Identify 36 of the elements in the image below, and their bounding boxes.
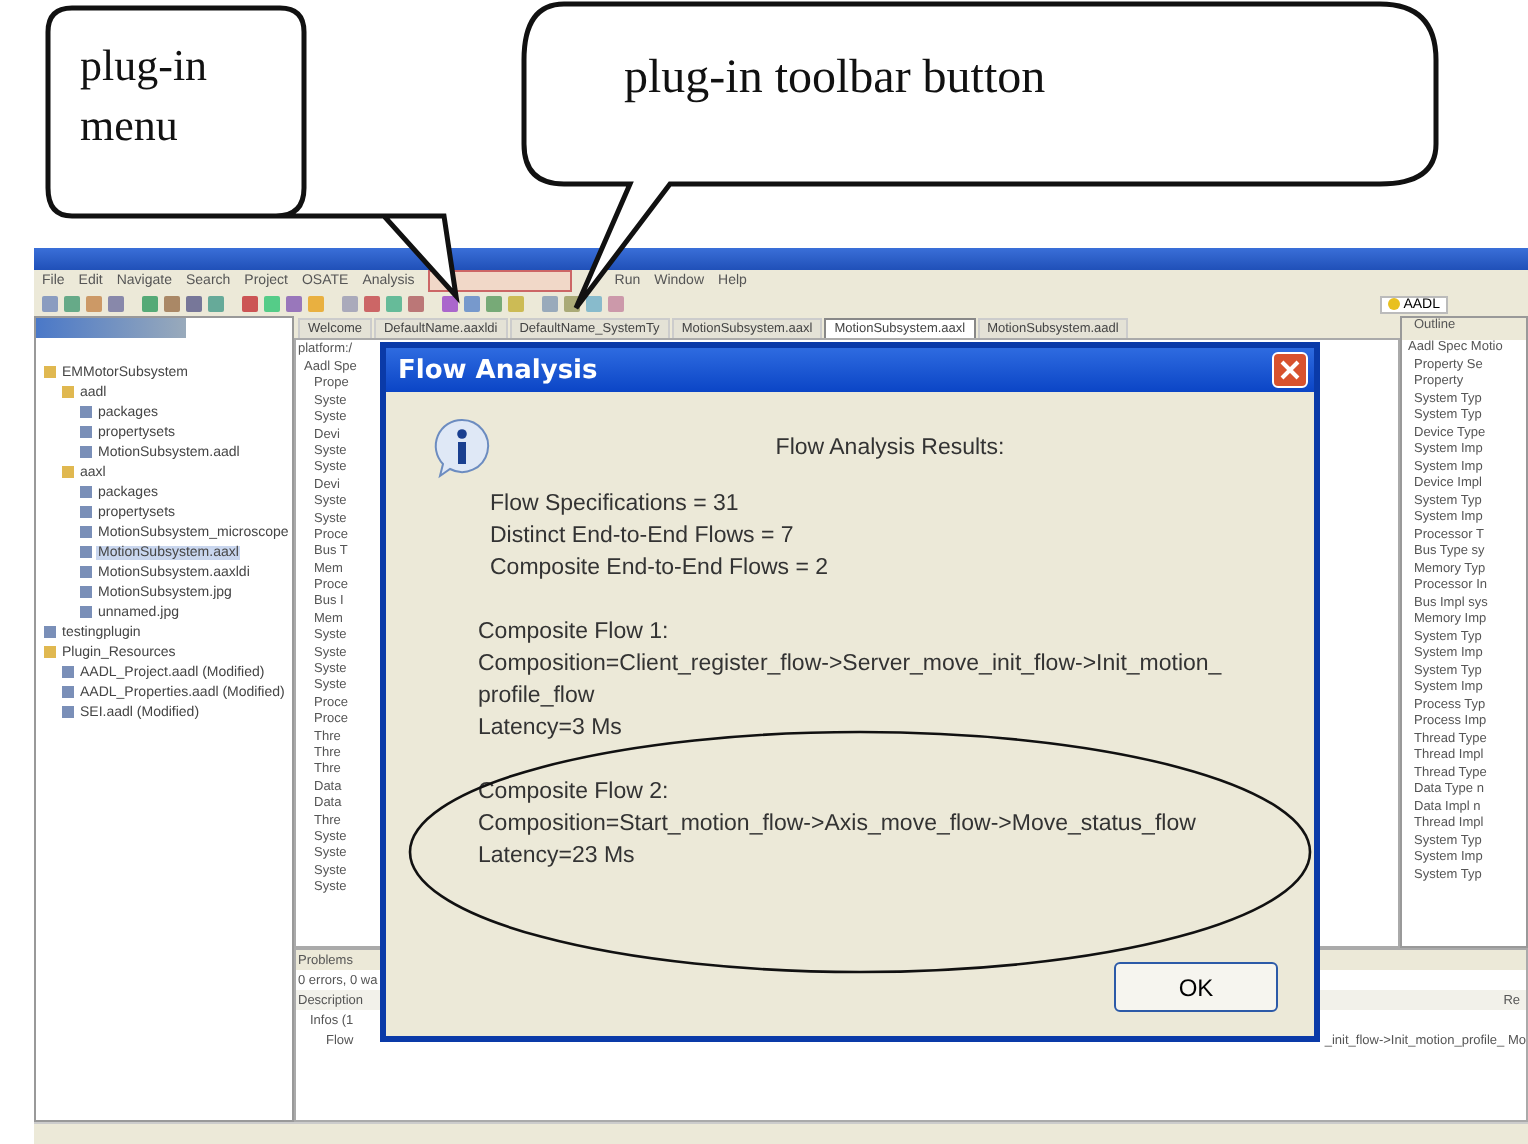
tree-node-icon [44,646,56,658]
tree-node-icon [80,506,92,518]
tree-node-icon [80,406,92,418]
flow-title: Composite Flow 1: [478,618,671,648]
tree-node-icon [44,626,56,638]
callout-text: plug-in toolbar button [624,52,1046,106]
tree-node-icon [80,566,92,578]
flow-composition: Composition=Client_register_flow->Server_move_init_flow->Init_motion_profile_flow [478,650,1224,712]
ok-button[interactable]: OK [1114,962,1278,1012]
dialog-title: Flow Analysis [398,355,598,385]
tree-node-icon [62,666,74,678]
tree-node-icon [80,606,92,618]
result-line: Composite End-to-End Flows = 2 [490,554,831,584]
result-line: Flow Specifications = 31 [490,490,741,520]
tree-node-icon [80,526,92,538]
tree-node-icon [80,486,92,498]
flow-latency: Latency=23 Ms [478,842,637,872]
tree-node-icon [80,426,92,438]
info-icon [430,416,494,480]
tree-node-icon [44,366,56,378]
callout-text: plug-in menu [80,38,210,154]
tree-node-icon [62,706,74,718]
tree-node-icon [62,466,74,478]
tree-node-icon [62,386,74,398]
tree-node-icon [80,586,92,598]
close-button[interactable] [1272,352,1308,388]
tree-node-icon [80,446,92,458]
flow-title: Composite Flow 2: [478,778,671,808]
result-line: Distinct End-to-End Flows = 7 [490,522,796,552]
flow-composition: Composition=Start_motion_flow->Axis_move_flow->Move_status_flow [478,810,1198,840]
flow-latency: Latency=3 Ms [478,714,624,744]
results-heading: Flow Analysis Results: [773,436,1007,460]
tree-node-icon [80,546,92,558]
tree-node-icon [62,686,74,698]
close-icon [1278,358,1302,382]
panel-tab[interactable] [36,318,186,338]
